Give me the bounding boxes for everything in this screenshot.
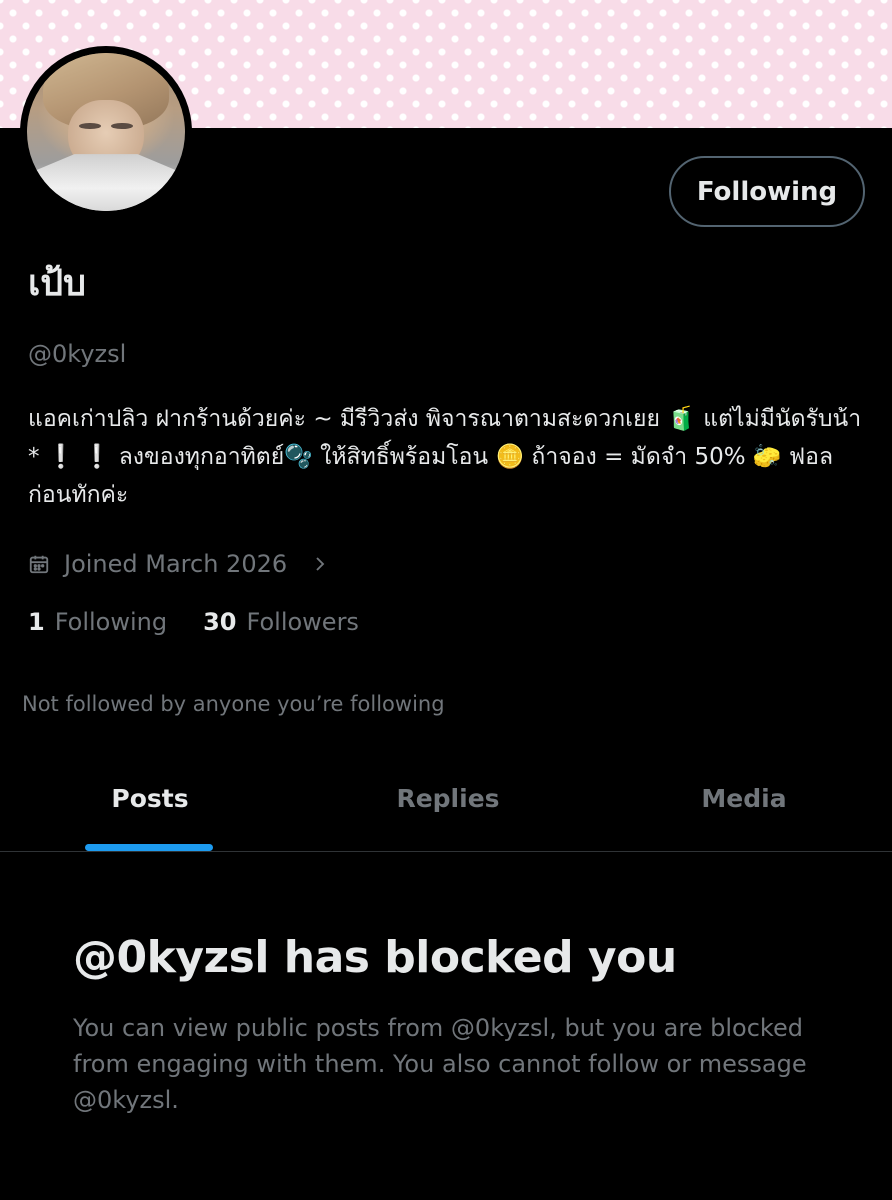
following-button[interactable]: Following: [669, 156, 865, 227]
avatar[interactable]: [20, 46, 192, 218]
followers-count: 30: [203, 608, 237, 636]
following-count: 1: [28, 608, 45, 636]
followers-count-link[interactable]: 30 Followers: [203, 608, 359, 636]
following-label: Following: [54, 608, 168, 636]
mutual-followers-note: Not followed by anyone you’re following: [22, 692, 445, 716]
profile-handle: @0kyzsl: [28, 340, 127, 368]
tab-posts[interactable]: Posts: [60, 770, 240, 852]
joined-date[interactable]: Joined March 2026: [28, 546, 329, 582]
tab-replies[interactable]: Replies: [358, 770, 538, 852]
joined-text: Joined March 2026: [64, 550, 288, 578]
chevron-right-icon: [316, 557, 325, 571]
following-count-link[interactable]: 1 Following: [28, 608, 167, 636]
avatar-image: [27, 53, 185, 211]
blocked-title: @0kyzsl has blocked you: [73, 932, 677, 983]
profile-page: Following เป้บ @0kyzsl แอคเก่าปลิว ฝากร้…: [0, 0, 892, 1200]
profile-bio: แอคเก่าปลิว ฝากร้านด้วยค่ะ ~ มีรีวิวส่ง …: [28, 406, 862, 508]
follow-stats: 1 Following 30 Followers: [28, 608, 359, 636]
active-tab-indicator: [85, 844, 213, 851]
followers-label: Followers: [246, 608, 359, 636]
display-name: เป้บ: [28, 263, 87, 304]
profile-tabs: Posts Replies Media: [0, 770, 892, 852]
tab-media[interactable]: Media: [654, 770, 834, 852]
calendar-icon: [29, 555, 49, 574]
blocked-message: You can view public posts from @0kyzsl, …: [73, 1014, 807, 1114]
